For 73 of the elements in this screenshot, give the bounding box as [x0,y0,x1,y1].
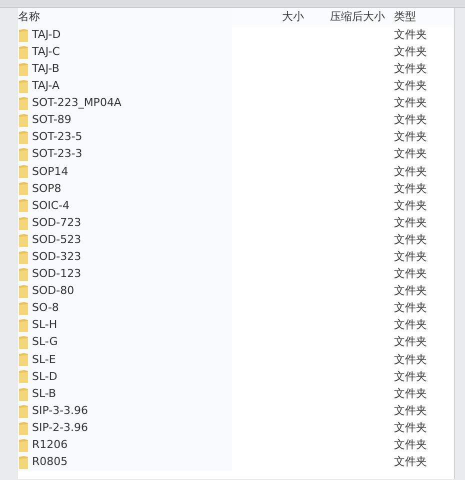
file-type: 文件夹 [394,216,427,229]
folder-icon [19,114,28,128]
column-header[interactable]: 类型 [394,10,416,23]
folder-icon [19,388,28,401]
file-type: 文件夹 [394,44,427,58]
file-name[interactable]: TAJ-B [32,60,60,78]
folder-icon [19,199,28,212]
file-name[interactable]: SO-8 [32,300,59,317]
folder-icon [19,96,28,110]
folder-icon [19,336,28,350]
file-name[interactable]: SOP8 [32,180,62,198]
file-type: 文件夹 [394,455,427,468]
folder-icon [19,28,28,42]
column-header[interactable]: 名称 [18,9,40,26]
file-name[interactable]: SL-D [32,368,58,386]
folder-icon [19,268,28,281]
folder-icon [19,216,28,230]
folder-icon [19,302,28,316]
file-type: 文件夹 [394,404,427,417]
file-type: 文件夹 [394,232,427,246]
folder-icon [19,234,28,247]
column-header[interactable]: 大小 [282,10,304,23]
folder-icon [19,438,28,452]
folder-icon [19,46,28,59]
folder-icon [19,353,28,366]
folder-icon [19,250,28,264]
file-type: 文件夹 [394,250,427,264]
file-name[interactable]: SOT-89 [32,112,72,129]
file-type: 文件夹 [394,96,427,110]
folder-icon [19,182,28,196]
file-type: 文件夹 [394,267,427,280]
folder-icon [19,284,28,298]
file-name[interactable]: SL-E [32,352,56,368]
file-type: 文件夹 [394,301,427,314]
file-type: 文件夹 [394,79,427,92]
file-type: 文件夹 [394,335,427,348]
file-name[interactable]: SOP14 [32,164,68,180]
file-type: 文件夹 [394,164,427,178]
file-name[interactable]: R0805 [32,454,68,471]
file-type: 文件夹 [394,284,427,298]
folder-icon [19,80,28,93]
column-header[interactable]: 压缩后大小 [330,10,385,23]
folder-icon [19,165,28,178]
file-type: 文件夹 [394,147,427,160]
file-type: 文件夹 [394,62,427,75]
file-type: 文件夹 [394,130,427,144]
file-name[interactable]: TAJ-D [32,26,61,44]
file-name[interactable]: SL-G [32,334,58,351]
file-type: 文件夹 [394,28,427,41]
file-name[interactable]: R1206 [32,437,68,454]
file-name[interactable]: SOIC-4 [32,198,70,214]
folder-icon [19,319,28,332]
file-type: 文件夹 [394,113,427,126]
file-type: 文件夹 [394,198,427,212]
file-name[interactable]: TAJ-C [32,44,60,60]
file-name[interactable]: SOD-80 [32,283,74,300]
folder-icon [19,370,28,384]
file-name[interactable]: SL-H [32,317,58,334]
file-name[interactable]: TAJ-A [32,78,60,95]
file-type: 文件夹 [394,182,427,195]
file-type: 文件夹 [394,370,427,383]
file-name[interactable]: SL-B [32,386,56,402]
file-type: 文件夹 [394,420,427,434]
file-type: 文件夹 [394,318,427,332]
file-type: 文件夹 [394,352,427,366]
folder-icon [19,404,28,418]
folder-icon [19,62,28,76]
folder-icon [19,131,28,144]
folder-icon [19,456,28,469]
file-type: 文件夹 [394,438,427,452]
file-type: 文件夹 [394,386,427,400]
folder-icon [19,422,28,435]
folder-icon [19,148,28,162]
